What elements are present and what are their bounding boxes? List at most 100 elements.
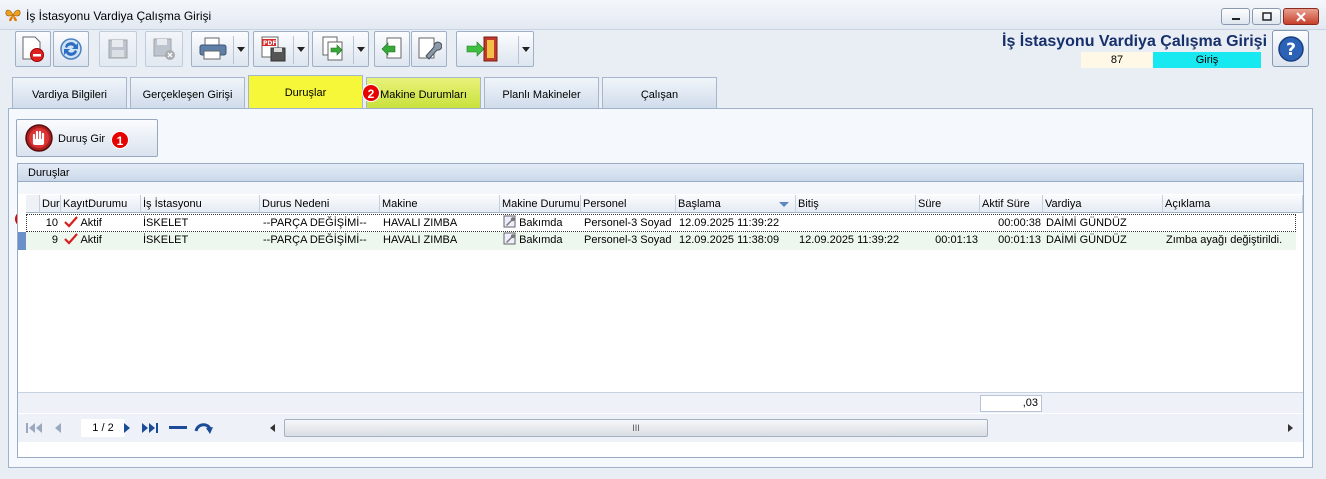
- status-badge: Giriş: [1153, 52, 1261, 68]
- cell-vardiya: DAİMİ GÜNDÜZ: [1046, 217, 1127, 229]
- makine-durumu-text: Bakımda: [519, 217, 563, 229]
- export-pdf-button[interactable]: PDF: [253, 31, 309, 67]
- save-button[interactable]: [99, 31, 137, 67]
- column-header-sorted[interactable]: Başlama: [676, 195, 796, 213]
- check-icon: [64, 233, 78, 245]
- cell-baslama: 12.09.2025 11:38:09: [679, 234, 780, 246]
- help-icon: ?: [1277, 35, 1304, 62]
- restore-icon: [1261, 11, 1272, 21]
- column-header[interactable]: İş İstasyonu: [141, 195, 260, 213]
- dropdown-separator: [353, 36, 354, 64]
- table-row[interactable]: 9 Aktif İSKELET --PARÇA DEĞİŞİMİ-- HAVAL…: [26, 232, 1296, 250]
- scroll-right-icon[interactable]: [1288, 424, 1293, 432]
- svg-text:PDF: PDF: [263, 40, 276, 47]
- durus-gir-label: Duruş Gir: [58, 133, 106, 145]
- first-page-icon: [26, 423, 42, 433]
- dropdown-separator: [233, 36, 234, 64]
- cell-makine-durumu: Bakımda: [501, 232, 582, 250]
- cell-aciklama: Zımba ayağı değiştirildi.: [1166, 234, 1283, 246]
- cell-no: 10: [45, 217, 58, 229]
- column-header[interactable]: KayıtDurumu: [61, 195, 141, 213]
- chevron-down-icon[interactable]: [237, 47, 245, 52]
- duruslar-grid: Dur KayıtDurumu İş İstasyonu Durus Neden…: [17, 182, 1304, 458]
- maintenance-icon: [503, 232, 516, 245]
- minus-icon: [169, 426, 187, 429]
- delete-document-icon: [22, 36, 44, 62]
- window-title: İş İstasyonu Vardiya Çalışma Girişi: [26, 9, 212, 23]
- save-cancel-icon: [153, 38, 175, 60]
- scroll-thumb[interactable]: III: [284, 419, 988, 437]
- tab-planli-makineler[interactable]: Planlı Makineler: [484, 77, 599, 109]
- cell-makine: HAVALI ZIMBA: [383, 217, 458, 229]
- navigator-bar: 1 / 2 III: [18, 414, 1303, 442]
- pdf-save-icon: PDF: [261, 36, 286, 62]
- tab-duruslar[interactable]: Duruşlar: [248, 75, 363, 109]
- tab-makine-durumlari[interactable]: Makine Durumları: [366, 77, 481, 109]
- group-header: Duruşlar: [17, 163, 1304, 182]
- exit-button[interactable]: [456, 31, 534, 67]
- delete-row-button[interactable]: [168, 419, 188, 437]
- save-icon: [108, 39, 128, 59]
- minimize-button[interactable]: [1221, 8, 1250, 25]
- help-button[interactable]: ?: [1272, 30, 1309, 67]
- column-header[interactable]: Aktif Süre: [980, 195, 1043, 213]
- column-header[interactable]: Personel: [581, 195, 676, 213]
- table-row[interactable]: 10 Aktif İSKELET --PARÇA DEĞİŞİMİ-- HAVA…: [26, 214, 1296, 232]
- cell-bitis: 12.09.2025 11:39:22: [799, 234, 900, 246]
- scroll-left-icon[interactable]: [270, 424, 275, 432]
- save-close-button[interactable]: [145, 31, 183, 67]
- column-header[interactable]: Süre: [916, 195, 980, 213]
- cell-durus-nedeni: --PARÇA DEĞİŞİMİ--: [263, 234, 367, 246]
- refresh-icon: [60, 38, 82, 60]
- row-indicator[interactable]: [18, 232, 26, 250]
- column-header[interactable]: Durus Nedeni: [260, 195, 380, 213]
- cell-personel: Personel-3 Soyad: [584, 234, 672, 246]
- callout-badge-2: 2: [362, 84, 380, 102]
- maintenance-icon: [503, 215, 516, 228]
- chevron-down-icon[interactable]: [297, 47, 305, 52]
- chevron-down-icon[interactable]: [357, 47, 365, 52]
- cell-sure: 00:01:13: [935, 234, 978, 246]
- dropdown-separator: [293, 36, 294, 64]
- printer-icon: [199, 37, 227, 60]
- cell-kayit-durumu: Aktif: [62, 232, 142, 250]
- last-page-button[interactable]: [140, 419, 160, 437]
- previous-page-button[interactable]: [48, 419, 68, 437]
- next-page-button[interactable]: [117, 419, 137, 437]
- close-icon: [1296, 11, 1306, 22]
- delete-record-button[interactable]: [15, 31, 51, 67]
- column-header[interactable]: Açıklama: [1163, 195, 1303, 213]
- sort-descending-icon: [779, 202, 789, 207]
- refresh-button[interactable]: [53, 31, 89, 67]
- first-page-button[interactable]: [24, 419, 44, 437]
- chevron-down-icon[interactable]: [522, 47, 530, 52]
- tab-calisan[interactable]: Çalışan: [602, 77, 717, 109]
- horizontal-scrollbar[interactable]: III: [268, 419, 1295, 437]
- maximize-button[interactable]: [1252, 8, 1281, 25]
- close-button[interactable]: [1283, 8, 1319, 25]
- cancel-edit-button[interactable]: [194, 419, 214, 437]
- aktif-sure-total: ,03: [980, 395, 1042, 412]
- minimize-icon: [1231, 17, 1240, 20]
- cell-aktif-sure: 00:01:13: [998, 234, 1041, 246]
- import-button[interactable]: [374, 31, 410, 67]
- column-header[interactable]: Makine Durumu: [500, 195, 581, 213]
- durus-gir-button[interactable]: Duruş Gir: [16, 119, 158, 157]
- row-indicator-header: [26, 195, 40, 213]
- export-button[interactable]: [312, 31, 369, 67]
- tab-gerceklesen-girisi[interactable]: Gerçekleşen Girişi: [130, 77, 245, 109]
- cell-no: 9: [51, 234, 58, 246]
- cell-vardiya: DAİMİ GÜNDÜZ: [1046, 234, 1127, 246]
- print-button[interactable]: [191, 31, 249, 67]
- tab-vardiya-bilgileri[interactable]: Vardiya Bilgileri: [12, 77, 127, 109]
- dropdown-separator: [518, 36, 519, 64]
- column-header[interactable]: Makine: [380, 195, 500, 213]
- column-header[interactable]: Vardiya: [1043, 195, 1163, 213]
- page-title: İş İstasyonu Vardiya Çalışma Girişi: [1002, 33, 1268, 50]
- settings-button[interactable]: [411, 31, 447, 67]
- cell-makine: HAVALI ZIMBA: [383, 234, 458, 246]
- next-icon: [124, 423, 130, 433]
- import-document-icon: [381, 37, 402, 59]
- column-header[interactable]: Dur: [40, 195, 61, 213]
- column-header[interactable]: Bitiş: [796, 195, 916, 213]
